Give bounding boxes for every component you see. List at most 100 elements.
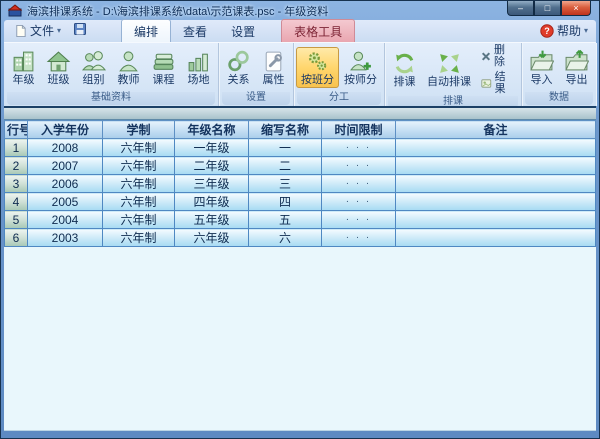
export-button[interactable]: 导出 xyxy=(559,47,594,88)
tab-view[interactable]: 查看 xyxy=(171,20,219,42)
schedule-button[interactable]: 排课 xyxy=(387,49,422,90)
cell-time-limit[interactable]: · · · xyxy=(322,229,396,247)
tab-arrange[interactable]: 编排 xyxy=(121,19,171,42)
cell-row-no[interactable]: 4 xyxy=(5,193,28,211)
cell-row-no[interactable]: 6 xyxy=(5,229,28,247)
cell-remark[interactable] xyxy=(396,157,596,175)
ribbon-group-settings: 关系 属性 设置 xyxy=(219,43,294,106)
export-icon xyxy=(564,49,589,74)
cell-entry-year[interactable]: 2007 xyxy=(28,157,103,175)
result-icon xyxy=(481,78,492,89)
cell-abbr-name[interactable]: 二 xyxy=(249,157,322,175)
cell-school-system[interactable]: 六年制 xyxy=(103,211,175,229)
column-header-school-system[interactable]: 学制 xyxy=(103,121,175,139)
cell-abbr-name[interactable]: 五 xyxy=(249,211,322,229)
cell-time-limit[interactable]: · · · xyxy=(322,211,396,229)
cell-abbr-name[interactable]: 三 xyxy=(249,175,322,193)
ribbon-tab-row: 文件 ▾ 编排 查看 设置 表格工具 ? 帮助 ▾ xyxy=(4,20,596,42)
result-button-label: 结果 xyxy=(495,71,514,95)
divide-by-class-button[interactable]: 按班分 xyxy=(296,47,339,88)
cell-school-system[interactable]: 六年制 xyxy=(103,175,175,193)
cell-entry-year[interactable]: 2004 xyxy=(28,211,103,229)
venue-button[interactable]: 场地 xyxy=(181,47,216,88)
column-header-abbr-name[interactable]: 缩写名称 xyxy=(249,121,322,139)
course-button[interactable]: 课程 xyxy=(146,47,181,88)
cell-remark[interactable] xyxy=(396,139,596,157)
cell-school-system[interactable]: 六年制 xyxy=(103,193,175,211)
class-button[interactable]: 班级 xyxy=(41,47,76,88)
group-button[interactable]: 组别 xyxy=(76,47,111,88)
divide-by-class-label: 按班分 xyxy=(301,74,334,87)
cell-remark[interactable] xyxy=(396,211,596,229)
import-icon xyxy=(529,49,554,74)
save-button[interactable] xyxy=(69,20,91,41)
cell-entry-year[interactable]: 2003 xyxy=(28,229,103,247)
window-title: 海滨排课系统 - D:\海滨排课系统\data\示范课表.psc - 年级资料 xyxy=(27,3,328,19)
building-icon xyxy=(11,49,36,74)
cell-school-system[interactable]: 六年制 xyxy=(103,157,175,175)
auto-schedule-button-label: 自动排课 xyxy=(427,76,471,89)
divide-by-teacher-button[interactable]: 按师分 xyxy=(339,47,382,88)
cell-grade-name[interactable]: 四年级 xyxy=(175,193,249,211)
wrench-icon xyxy=(261,49,286,74)
ribbon-group-data: 导入 导出 数据 xyxy=(522,43,596,106)
table-header-row: 行号 入学年份 学制 年级名称 缩写名称 时间限制 备注 xyxy=(5,121,596,139)
maximize-button[interactable]: □ xyxy=(534,1,561,16)
cell-time-limit[interactable]: · · · xyxy=(322,193,396,211)
cell-grade-name[interactable]: 五年级 xyxy=(175,211,249,229)
help-button[interactable]: ? 帮助 ▾ xyxy=(538,20,596,42)
grade-button-label: 年级 xyxy=(13,74,35,87)
ribbon-group-scheduling: 排课 自动排课 删除 结果 排课 xyxy=(385,43,522,106)
person-icon xyxy=(116,49,141,74)
cell-time-limit[interactable]: · · · xyxy=(322,139,396,157)
column-header-grade-name[interactable]: 年级名称 xyxy=(175,121,249,139)
teacher-button[interactable]: 教师 xyxy=(111,47,146,88)
cell-school-system[interactable]: 六年制 xyxy=(103,139,175,157)
cell-school-system[interactable]: 六年制 xyxy=(103,229,175,247)
ribbon: 年级 班级 组别 教师 课程 xyxy=(4,42,596,106)
group-label-settings: 设置 xyxy=(222,92,290,105)
minimize-button[interactable]: – xyxy=(507,1,534,16)
cell-time-limit[interactable]: · · · xyxy=(322,157,396,175)
cell-grade-name[interactable]: 六年级 xyxy=(175,229,249,247)
cell-entry-year[interactable]: 2006 xyxy=(28,175,103,193)
cell-grade-name[interactable]: 一年级 xyxy=(175,139,249,157)
class-button-label: 班级 xyxy=(48,74,70,87)
cell-row-no[interactable]: 1 xyxy=(5,139,28,157)
auto-schedule-button[interactable]: 自动排课 xyxy=(422,49,476,90)
column-header-entry-year[interactable]: 入学年份 xyxy=(28,121,103,139)
cell-grade-name[interactable]: 二年级 xyxy=(175,157,249,175)
cell-entry-year[interactable]: 2005 xyxy=(28,193,103,211)
cell-remark[interactable] xyxy=(396,175,596,193)
property-button[interactable]: 属性 xyxy=(256,47,291,88)
cell-row-no[interactable]: 2 xyxy=(5,157,28,175)
group-label-division: 分工 xyxy=(297,92,381,105)
cell-abbr-name[interactable]: 一 xyxy=(249,139,322,157)
column-header-row-no[interactable]: 行号 xyxy=(5,121,28,139)
app-icon xyxy=(8,4,22,17)
cell-grade-name[interactable]: 三年级 xyxy=(175,175,249,193)
table-row: 2 2007 六年制 二年级 二 · · · xyxy=(5,157,596,175)
cell-abbr-name[interactable]: 四 xyxy=(249,193,322,211)
result-button[interactable]: 结果 xyxy=(481,71,514,95)
tab-settings[interactable]: 设置 xyxy=(219,20,267,42)
import-button[interactable]: 导入 xyxy=(524,47,559,88)
save-icon xyxy=(73,22,87,36)
column-header-time-limit[interactable]: 时间限制 xyxy=(322,121,396,139)
relation-button[interactable]: 关系 xyxy=(221,47,256,88)
cell-entry-year[interactable]: 2008 xyxy=(28,139,103,157)
cell-row-no[interactable]: 5 xyxy=(5,211,28,229)
delete-button[interactable]: 删除 xyxy=(481,44,514,68)
grade-button[interactable]: 年级 xyxy=(6,47,41,88)
cell-remark[interactable] xyxy=(396,229,596,247)
cell-time-limit[interactable]: · · · xyxy=(322,175,396,193)
tab-table-tools[interactable]: 表格工具 xyxy=(281,19,355,42)
svg-text:?: ? xyxy=(544,26,550,36)
file-menu-button[interactable]: 文件 ▾ xyxy=(8,20,67,41)
window-controls: – □ × xyxy=(507,1,591,16)
cell-row-no[interactable]: 3 xyxy=(5,175,28,193)
column-header-remark[interactable]: 备注 xyxy=(396,121,596,139)
cell-abbr-name[interactable]: 六 xyxy=(249,229,322,247)
close-button[interactable]: × xyxy=(561,1,591,16)
cell-remark[interactable] xyxy=(396,193,596,211)
